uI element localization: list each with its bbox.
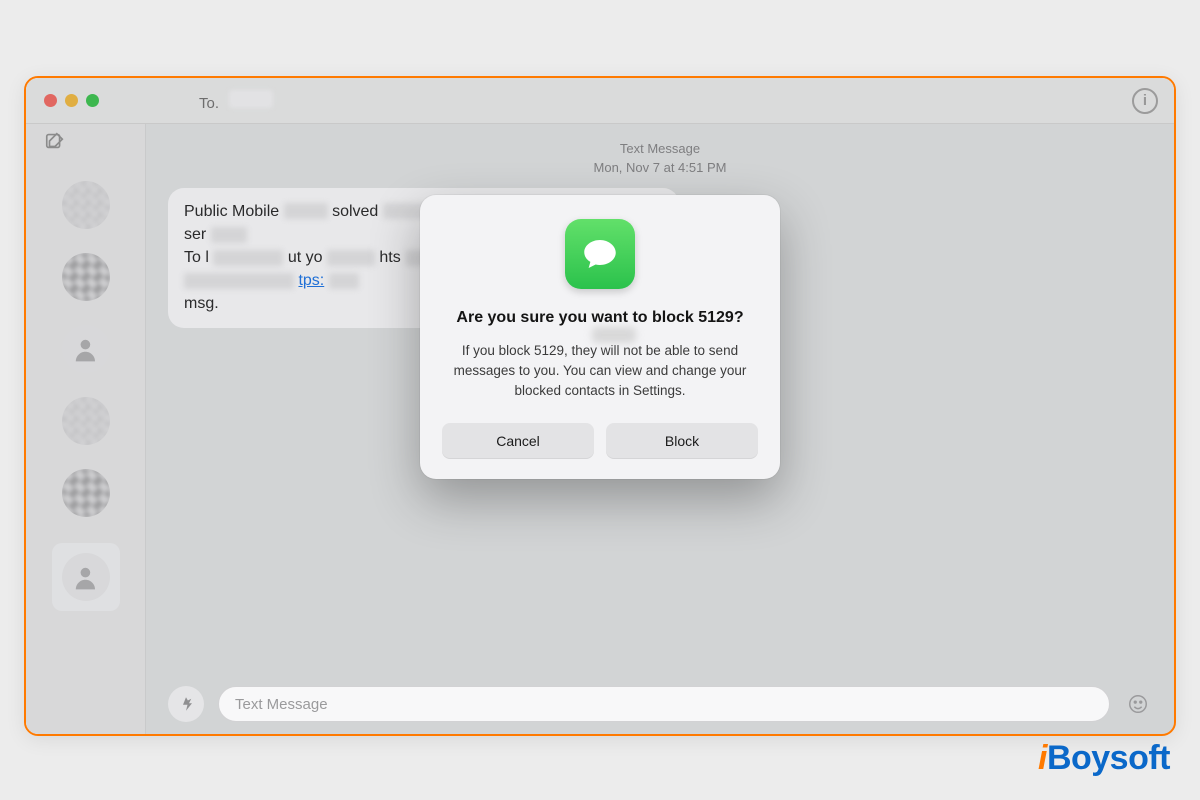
conversation-avatar[interactable] xyxy=(62,253,110,301)
redacted-text xyxy=(184,273,294,289)
compose-button[interactable] xyxy=(44,130,66,157)
titlebar: To. i xyxy=(26,78,1174,124)
emoji-button[interactable] xyxy=(1124,690,1152,718)
speech-bubble-icon xyxy=(579,233,621,275)
conversation-avatar[interactable] xyxy=(62,397,110,445)
msg-text: To l xyxy=(184,249,209,266)
window-controls xyxy=(44,94,99,107)
msg-text: hts xyxy=(379,249,400,266)
close-window-button[interactable] xyxy=(44,94,57,107)
block-contact-dialog: Are you sure you want to block 5129? If … xyxy=(420,195,780,479)
msg-text: ut yo xyxy=(288,249,323,266)
details-button[interactable]: i xyxy=(1132,88,1158,114)
watermark-rest: Boysoft xyxy=(1047,739,1170,777)
conversation-avatar[interactable] xyxy=(62,181,110,229)
to-label: To. xyxy=(199,95,219,112)
cancel-button[interactable]: Cancel xyxy=(442,423,594,459)
apps-button[interactable] xyxy=(168,686,204,722)
person-icon xyxy=(71,335,100,364)
msg-text: msg. xyxy=(184,295,219,312)
conversation-avatar[interactable] xyxy=(62,469,110,517)
msg-text: Public Mobile xyxy=(184,203,284,220)
compose-icon xyxy=(44,130,66,152)
watermark-i: i xyxy=(1038,739,1047,777)
smiley-icon xyxy=(1127,693,1149,715)
dialog-title: Are you sure you want to block 5129? xyxy=(442,307,758,329)
message-input-placeholder: Text Message xyxy=(235,696,328,713)
conversation-avatar-selected[interactable] xyxy=(52,543,120,611)
msg-text: ser xyxy=(184,226,206,243)
block-button[interactable]: Block xyxy=(606,423,758,459)
compose-row: Text Message xyxy=(168,676,1152,722)
message-type-label: Text Message xyxy=(168,140,1152,159)
message-input[interactable]: Text Message xyxy=(218,686,1110,722)
to-field: To. xyxy=(199,90,273,112)
person-icon xyxy=(71,563,100,592)
redacted-text xyxy=(284,203,328,219)
info-icon: i xyxy=(1143,92,1147,109)
minimize-window-button[interactable] xyxy=(65,94,78,107)
message-link[interactable]: tps: xyxy=(298,272,324,289)
redacted-text xyxy=(213,250,283,266)
dialog-body: If you block 5129, they will not be able… xyxy=(442,341,758,402)
redacted-text xyxy=(329,273,359,289)
messages-app-icon xyxy=(565,219,635,289)
conversation-meta: Text Message Mon, Nov 7 at 4:51 PM xyxy=(168,140,1152,178)
msg-text: solved xyxy=(332,203,383,220)
conversation-avatar[interactable] xyxy=(62,325,110,373)
to-recipient-redacted xyxy=(229,90,273,108)
watermark: iBoysoft xyxy=(1038,739,1170,778)
redacted-text xyxy=(211,227,247,243)
message-timestamp: Mon, Nov 7 at 4:51 PM xyxy=(168,159,1152,178)
conversations-sidebar xyxy=(26,124,146,734)
zoom-window-button[interactable] xyxy=(86,94,99,107)
app-store-icon xyxy=(177,695,195,713)
redacted-text xyxy=(327,250,375,266)
